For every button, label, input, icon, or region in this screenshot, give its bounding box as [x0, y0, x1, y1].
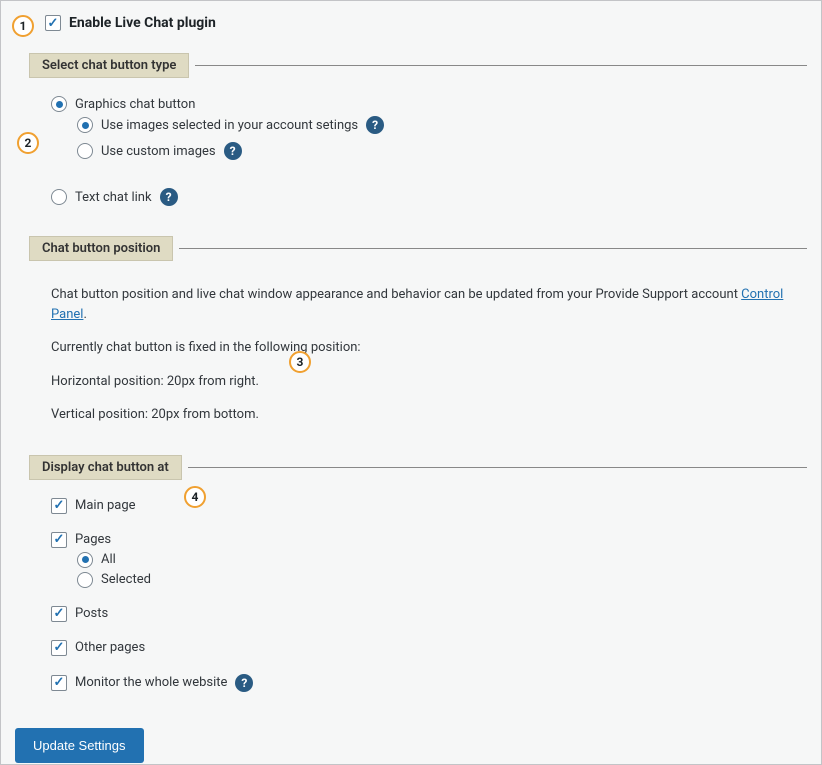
fieldset-display-at: Display chat button at Main page Pages A…: [29, 455, 807, 700]
checkbox-other-pages[interactable]: [51, 640, 67, 656]
legend-rule: [195, 65, 807, 66]
update-settings-button[interactable]: Update Settings: [15, 728, 144, 763]
label-custom-images: Use custom images: [101, 144, 216, 159]
position-desc-post: .: [83, 307, 86, 322]
label-other-pages: Other pages: [75, 640, 145, 655]
checkbox-monitor[interactable]: [51, 675, 67, 691]
legend-button-type: Select chat button type: [29, 53, 189, 78]
radio-images-account[interactable]: [77, 117, 93, 133]
checkbox-pages[interactable]: [51, 532, 67, 548]
help-icon[interactable]: ?: [224, 142, 242, 160]
position-desc-pre: Chat button position and live chat windo…: [51, 287, 741, 302]
label-posts: Posts: [75, 606, 108, 621]
label-text-link: Text chat link: [75, 190, 152, 205]
radio-custom-images[interactable]: [77, 143, 93, 159]
label-images-account: Use images selected in your account seti…: [101, 118, 358, 133]
radio-pages-all[interactable]: [77, 552, 93, 568]
position-horiz: Horizontal position: 20px from right.: [51, 372, 797, 392]
legend-display-at: Display chat button at: [29, 455, 182, 480]
radio-text-link[interactable]: [51, 189, 67, 205]
checkbox-main-page[interactable]: [51, 498, 67, 514]
help-icon[interactable]: ?: [366, 116, 384, 134]
fieldset-button-position: Chat button position Chat button positio…: [29, 236, 807, 433]
label-main-page: Main page: [75, 498, 136, 513]
label-pages: Pages: [75, 532, 111, 547]
position-vert: Vertical position: 20px from bottom.: [51, 405, 797, 425]
help-icon[interactable]: ?: [235, 674, 253, 692]
label-pages-all: All: [101, 552, 116, 567]
enable-label: Enable Live Chat plugin: [69, 15, 216, 31]
legend-rule: [188, 467, 807, 468]
label-pages-selected: Selected: [101, 572, 151, 587]
help-icon[interactable]: ?: [160, 188, 178, 206]
legend-button-position: Chat button position: [29, 236, 173, 261]
enable-row: Enable Live Chat plugin: [45, 15, 807, 31]
position-current: Currently chat button is fixed in the fo…: [51, 338, 797, 358]
radio-pages-selected[interactable]: [77, 572, 93, 588]
annotation-1: 1: [12, 15, 34, 37]
enable-checkbox[interactable]: [45, 15, 61, 31]
position-desc: Chat button position and live chat windo…: [51, 285, 797, 324]
checkbox-posts[interactable]: [51, 606, 67, 622]
legend-rule: [179, 248, 807, 249]
radio-graphics[interactable]: [51, 96, 67, 112]
label-graphics: Graphics chat button: [75, 97, 195, 112]
fieldset-button-type: Select chat button type Graphics chat bu…: [29, 53, 807, 214]
label-monitor: Monitor the whole website: [75, 675, 227, 690]
settings-panel: 1 2 3 4 Enable Live Chat plugin Select c…: [0, 0, 822, 765]
